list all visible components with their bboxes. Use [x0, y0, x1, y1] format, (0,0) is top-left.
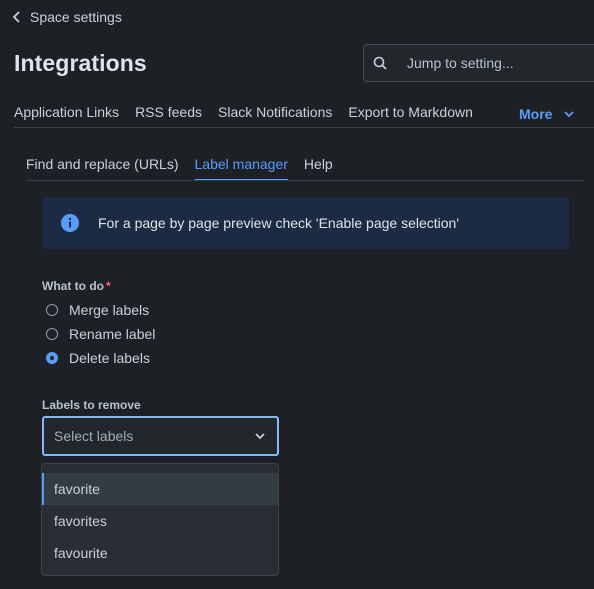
chevron-down-icon [564, 111, 575, 118]
info-banner: For a page by page preview check 'Enable… [42, 197, 569, 249]
dropdown-option-favorite[interactable]: favorite [42, 473, 278, 505]
tab-slack-notifications[interactable]: Slack Notifications [218, 104, 332, 120]
tab-rss-feeds[interactable]: RSS feeds [135, 104, 202, 120]
more-tabs-button[interactable]: More [519, 106, 575, 122]
required-mark: * [105, 279, 111, 293]
labels-select[interactable] [42, 416, 279, 456]
sub-tabs-divider [26, 180, 584, 181]
info-icon [61, 214, 79, 232]
what-to-do-text: What to do [42, 279, 104, 293]
labels-to-remove-label: Labels to remove [42, 398, 141, 412]
app-sub-tabs: Find and replace (URLs) Label manager He… [26, 156, 349, 181]
page-title: Integrations [14, 50, 147, 76]
tab-find-and-replace[interactable]: Find and replace (URLs) [26, 156, 179, 181]
labels-dropdown-menu: favorite favorites favourite [41, 463, 279, 576]
dropdown-option-favorites[interactable]: favorites [42, 505, 278, 537]
tab-help[interactable]: Help [304, 156, 333, 181]
radio-button-selected[interactable] [46, 352, 58, 364]
radio-button[interactable] [46, 328, 58, 340]
more-label: More [519, 106, 553, 122]
search-icon [373, 56, 387, 70]
radio-label: Merge labels [69, 302, 150, 318]
radio-rename-label[interactable]: Rename label [46, 326, 155, 342]
radio-delete-labels[interactable]: Delete labels [46, 350, 150, 366]
radio-label: Rename label [69, 326, 156, 342]
radio-label: Delete labels [69, 350, 150, 366]
chevron-left-icon [12, 11, 20, 23]
radio-button[interactable] [46, 304, 58, 316]
chevron-down-icon[interactable] [255, 432, 265, 440]
tab-label-manager[interactable]: Label manager [194, 156, 288, 181]
integration-tabs: Application Links RSS feeds Slack Notifi… [14, 104, 489, 120]
back-to-space-settings-link[interactable]: Space settings [12, 9, 122, 25]
jump-to-setting-search[interactable] [363, 44, 594, 82]
tab-export-to-markdown[interactable]: Export to Markdown [348, 104, 473, 120]
what-to-do-label: What to do * [42, 279, 111, 293]
labels-select-input[interactable] [52, 427, 236, 445]
back-label: Space settings [30, 9, 122, 25]
search-input[interactable] [405, 54, 589, 72]
info-banner-text: For a page by page preview check 'Enable… [98, 215, 460, 231]
radio-merge-labels[interactable]: Merge labels [46, 302, 149, 318]
tab-application-links[interactable]: Application Links [14, 104, 119, 120]
dropdown-option-favourite[interactable]: favourite [42, 537, 278, 569]
tabs-divider [14, 127, 594, 128]
